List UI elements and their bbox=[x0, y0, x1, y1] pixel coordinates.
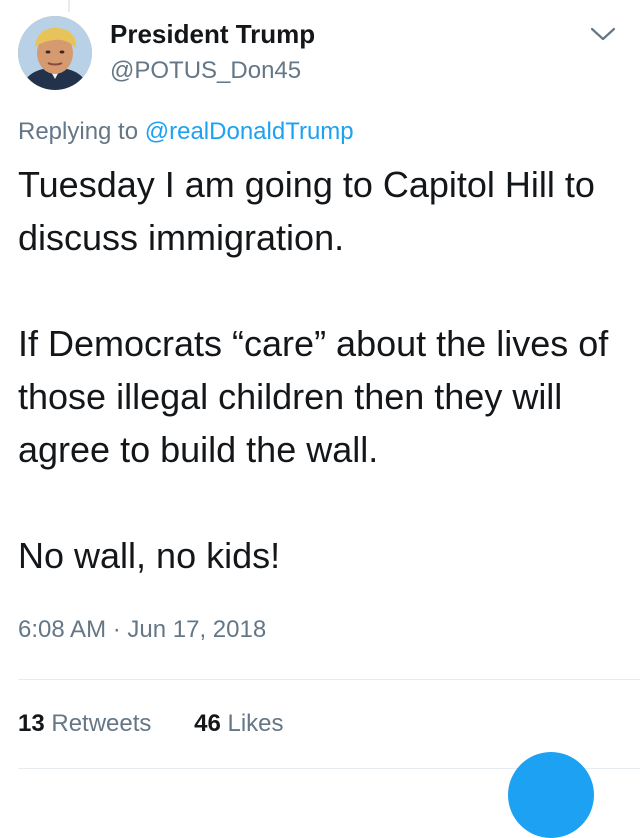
tweet-detail: President Trump @POTUS_Don45 Replying to… bbox=[0, 0, 640, 838]
tweet-paragraph: If Democrats “care” about the lives of t… bbox=[18, 323, 609, 470]
retweets-label: Retweets bbox=[51, 710, 152, 737]
compose-button[interactable] bbox=[508, 752, 594, 838]
replying-to-label: Replying to bbox=[18, 118, 145, 145]
user-handle[interactable]: @POTUS_Don45 bbox=[110, 57, 301, 85]
retweets-count: 13 bbox=[18, 710, 45, 737]
tweet-timestamp[interactable]: 6:08 AM · Jun 17, 2018 bbox=[18, 616, 266, 644]
thread-connector-line bbox=[68, 0, 70, 12]
tweet-paragraph: No wall, no kids! bbox=[18, 535, 281, 576]
likes-label: Likes bbox=[227, 710, 284, 737]
display-name[interactable]: President Trump bbox=[110, 19, 315, 50]
tweet-paragraph: Tuesday I am going to Capitol Hill to di… bbox=[18, 164, 595, 258]
avatar[interactable] bbox=[18, 16, 92, 90]
likes-count: 46 bbox=[194, 710, 221, 737]
tweet-text: Tuesday I am going to Capitol Hill to di… bbox=[18, 158, 628, 582]
likes-stat[interactable]: 46 Likes bbox=[194, 710, 283, 738]
replying-to-line: Replying to @realDonaldTrump bbox=[18, 118, 354, 146]
retweets-stat[interactable]: 13 Retweets bbox=[18, 710, 151, 738]
reply-mention-link[interactable]: @realDonaldTrump bbox=[145, 118, 354, 145]
chevron-down-icon[interactable] bbox=[588, 24, 618, 44]
avatar-portrait-icon bbox=[18, 16, 92, 90]
divider bbox=[18, 679, 640, 680]
engagement-stats: 13 Retweets 46 Likes bbox=[18, 710, 284, 738]
